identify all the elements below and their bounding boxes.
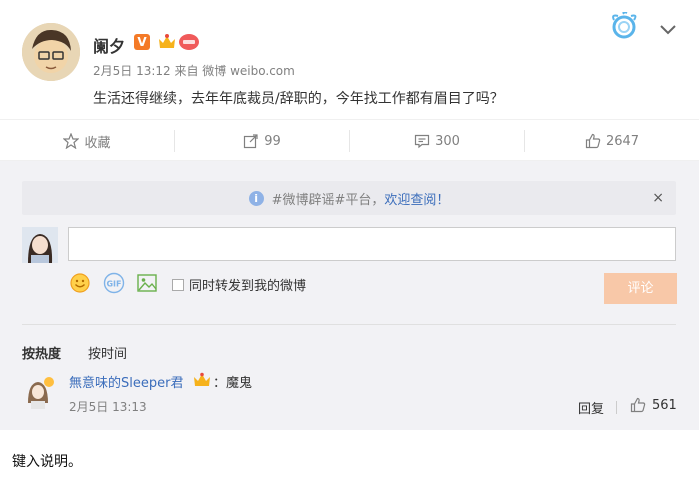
comment-text: ：魔鬼 xyxy=(213,372,252,391)
comment-like-button[interactable]: 561 xyxy=(630,397,677,413)
post-action-bar: 收藏 99 300 2647 xyxy=(0,119,699,161)
flame-ring-icon xyxy=(609,11,639,42)
comment-time: 2月5日 13:13 xyxy=(69,400,147,414)
member-crown-icon xyxy=(156,33,178,51)
thumbs-up-icon xyxy=(585,133,601,149)
comment-count: 300 xyxy=(435,133,460,149)
heart-badge-icon xyxy=(178,33,200,51)
verified-v-icon: V xyxy=(134,34,150,50)
info-icon: i xyxy=(248,190,264,206)
comment-button[interactable]: 300 xyxy=(350,120,524,162)
my-avatar xyxy=(22,227,58,263)
comment-icon xyxy=(414,134,430,149)
notice-text: #微博辟谣#平台， xyxy=(271,192,385,208)
member-crown-icon xyxy=(192,372,212,388)
close-icon[interactable]: × xyxy=(652,190,664,206)
star-icon xyxy=(63,133,80,149)
repost-checkbox[interactable] xyxy=(172,278,184,291)
image-icon[interactable] xyxy=(136,272,158,294)
emoji-icon[interactable] xyxy=(69,272,91,294)
comment-separator: ： xyxy=(213,376,227,391)
comment-sort-bar: 按热度 按时间 xyxy=(22,324,676,362)
post-meta: 2月5日 13:12 来自 微博 weibo.com xyxy=(93,64,295,78)
submit-comment-button[interactable]: 评论 xyxy=(604,273,677,304)
repost-count: 99 xyxy=(264,133,281,149)
repost-checkbox-wrap[interactable]: 同时转发到我的微博 xyxy=(172,275,306,294)
sort-by-hot-tab[interactable]: 按热度 xyxy=(22,343,61,362)
weibo-post-card: 阑夕 V 2月5日 13:12 来自 微博 weibo.com 生活还得继续，去… xyxy=(0,0,699,430)
author-avatar[interactable] xyxy=(22,23,80,81)
thumbs-up-icon xyxy=(630,397,646,413)
reply-button[interactable]: 回复 xyxy=(578,398,604,417)
rumor-notice: i #微博辟谣#平台， 欢迎查阅！ × xyxy=(22,181,676,215)
like-button[interactable]: 2647 xyxy=(525,120,699,162)
comment-like-count: 561 xyxy=(652,397,677,413)
gif-icon[interactable]: GIF xyxy=(103,272,125,294)
comment-section: i #微博辟谣#平台， 欢迎查阅！ × GIF 同时转发到我的微博 评论 按热度… xyxy=(0,161,699,430)
comment-input[interactable] xyxy=(68,227,676,261)
repost-icon xyxy=(244,134,258,149)
post-content: 生活还得继续，去年年底裁员/辞职的，今年找工作都有眉目了吗？ xyxy=(93,91,504,107)
repost-button[interactable]: 99 xyxy=(175,120,349,162)
favorite-label: 收藏 xyxy=(84,135,111,151)
repost-checkbox-label: 同时转发到我的微博 xyxy=(189,279,307,294)
author-name[interactable]: 阑夕 xyxy=(93,33,125,57)
favorite-button[interactable]: 收藏 xyxy=(0,120,174,162)
comment-body: 魔鬼 xyxy=(226,376,253,391)
comment-action-divider xyxy=(616,401,617,414)
notice-link[interactable]: 欢迎查阅！ xyxy=(384,189,449,208)
sort-by-time-tab[interactable]: 按时间 xyxy=(88,343,127,362)
commenter-avatar[interactable] xyxy=(22,373,56,409)
commenter-name[interactable]: 無意味的Sleeper君 xyxy=(69,372,183,391)
chevron-down-icon[interactable] xyxy=(659,24,677,36)
image-caption: 键入说明。 xyxy=(12,454,82,470)
svg-text:GIF: GIF xyxy=(106,280,121,289)
like-count: 2647 xyxy=(605,133,640,149)
